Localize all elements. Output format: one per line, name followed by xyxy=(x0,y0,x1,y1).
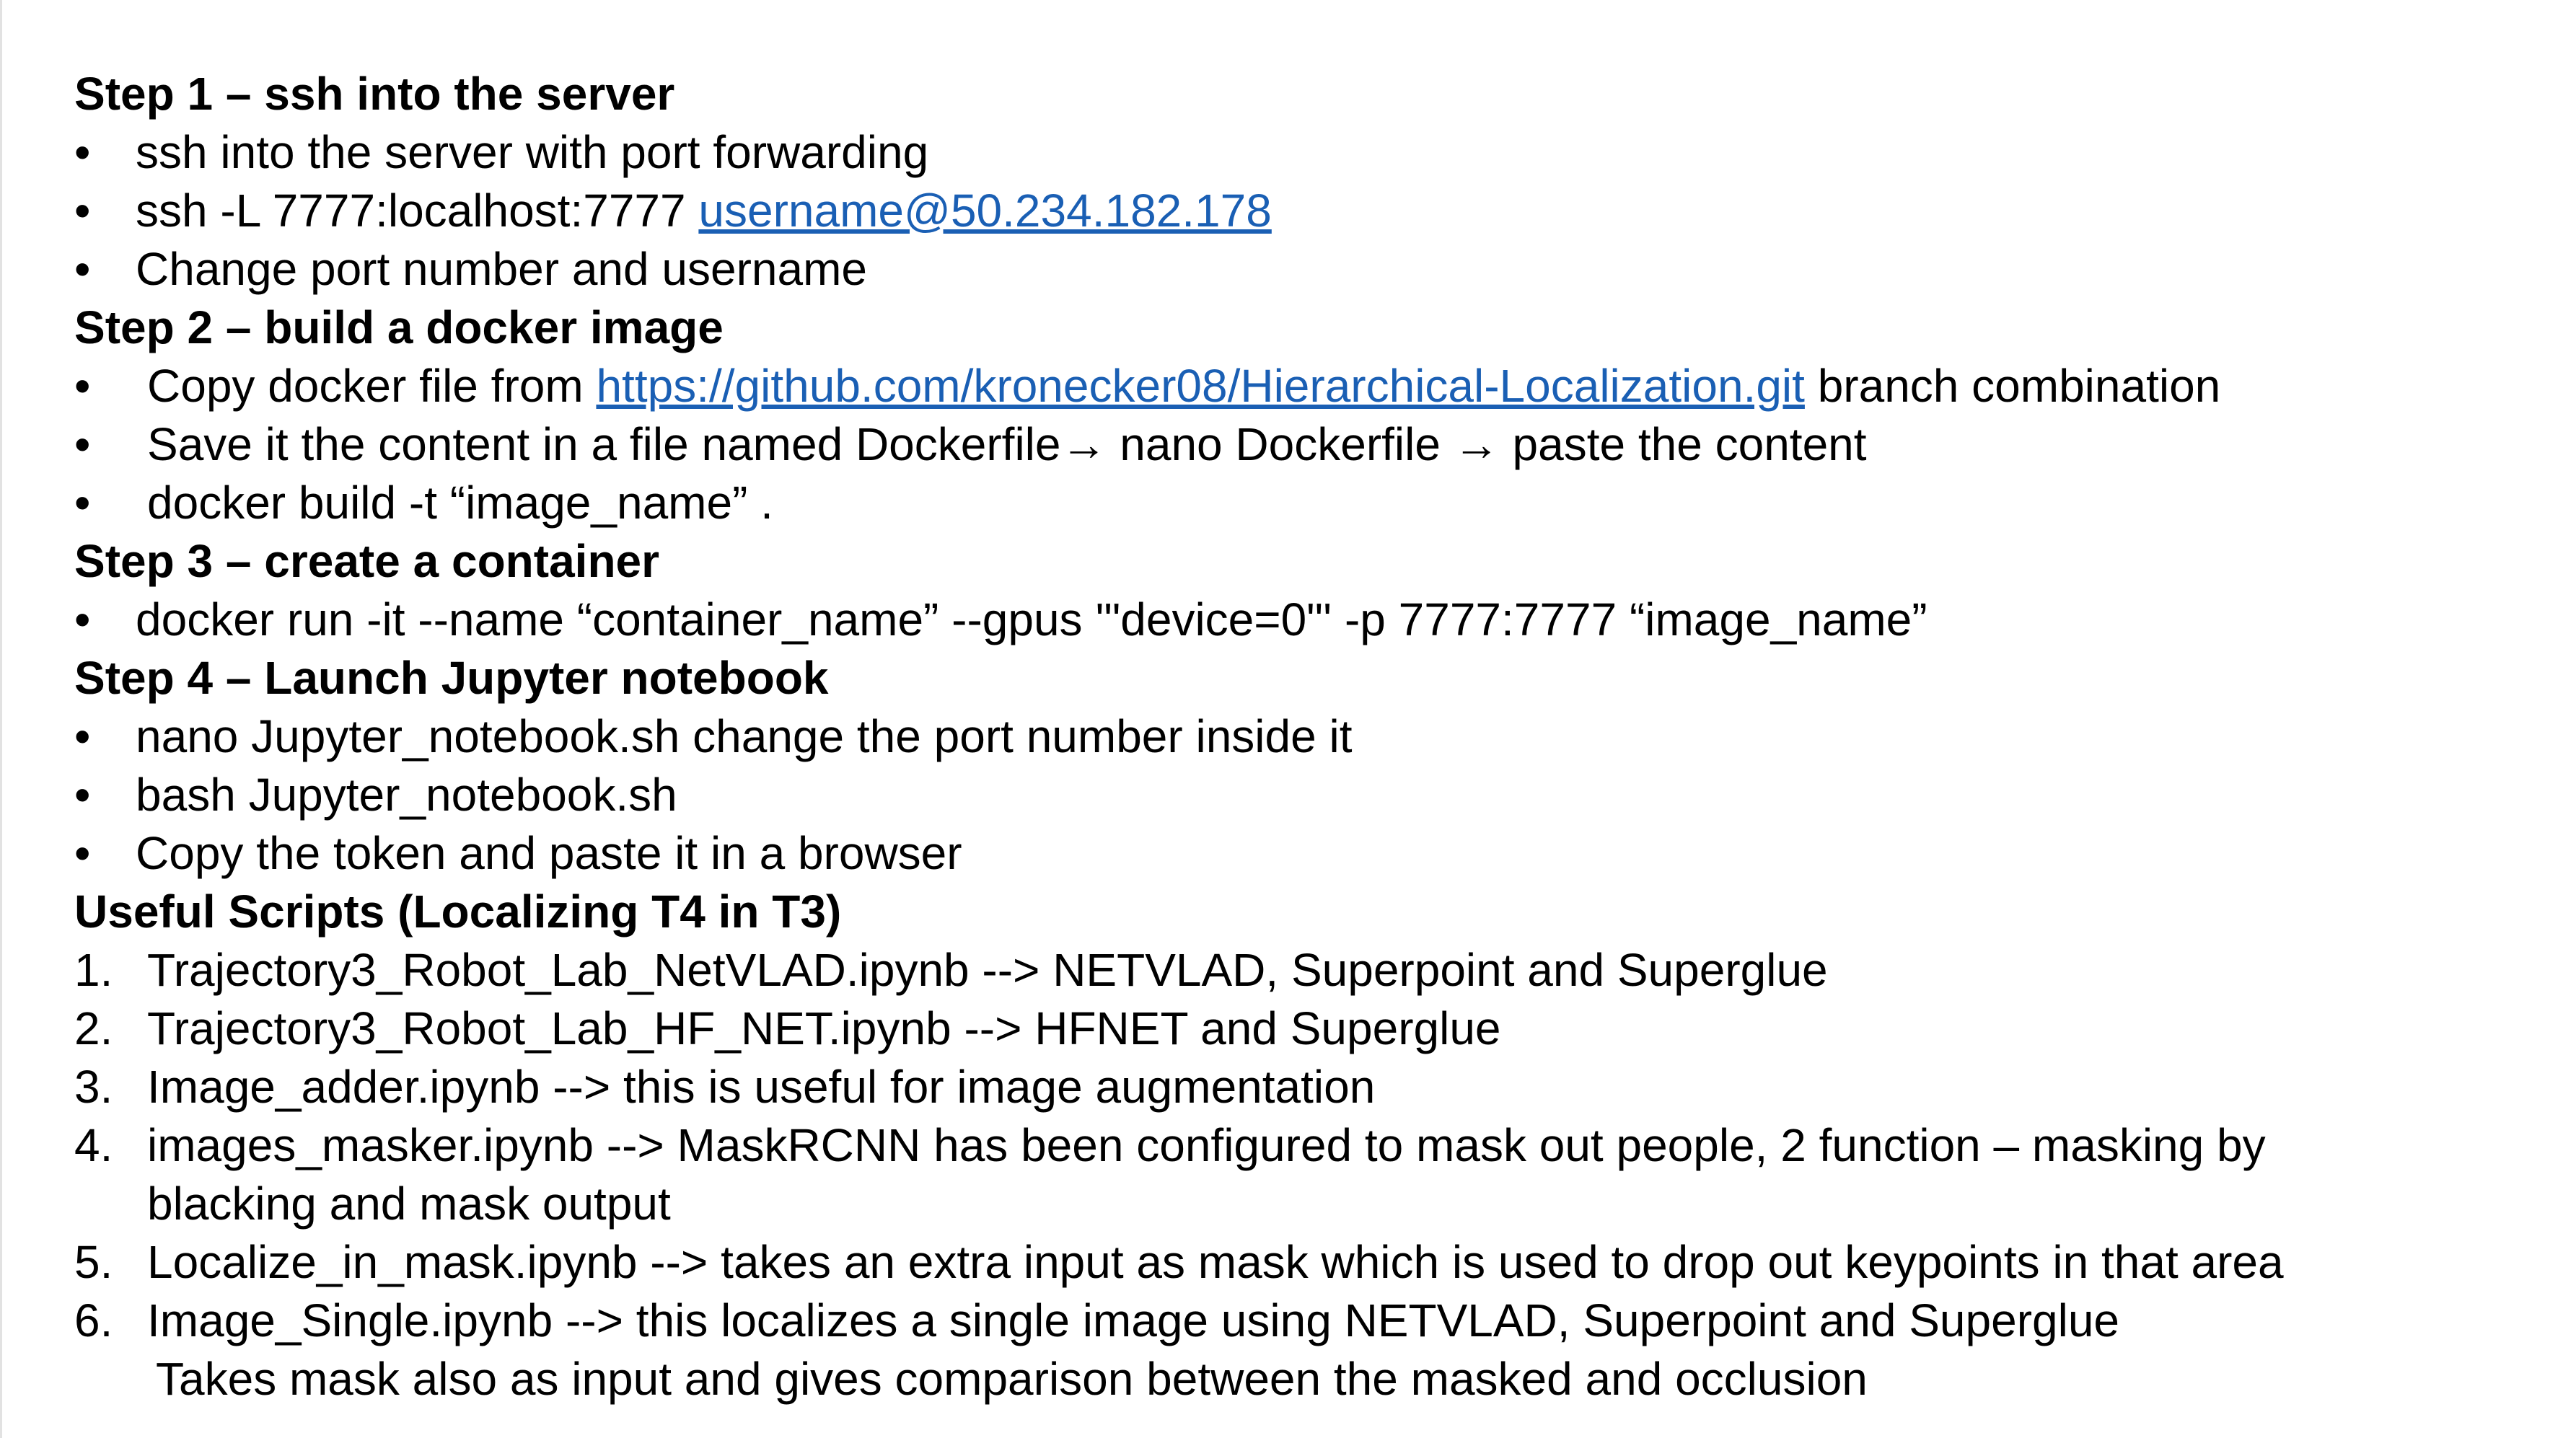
step2-copy-text: Copy docker file from https://github.com… xyxy=(147,357,2220,415)
script-item-2-text: Trajectory3_Robot_Lab_HF_NET.ipynb --> H… xyxy=(147,1002,1501,1054)
step4-bullet-2: • bash Jupyter_notebook.sh xyxy=(74,766,2541,824)
step4-bullet-1-text: nano Jupyter_notebook.sh change the port… xyxy=(136,710,1353,762)
script-item-2: 2. Trajectory3_Robot_Lab_HF_NET.ipynb --… xyxy=(74,1000,2541,1058)
slide: Step 1 – ssh into the server • ssh into … xyxy=(0,0,2576,1438)
list-number: 3. xyxy=(74,1061,113,1113)
slide-content: Step 1 – ssh into the server • ssh into … xyxy=(74,65,2541,1408)
script-item-5: 5. Localize_in_mask.ipynb --> takes an e… xyxy=(74,1233,2541,1292)
bullet-marker: • xyxy=(74,769,91,821)
script-item-1-text: Trajectory3_Robot_Lab_NetVLAD.ipynb --> … xyxy=(147,944,1828,996)
step3-heading: Step 3 – create a container xyxy=(74,535,660,587)
bullet-marker: • xyxy=(74,185,91,237)
bullet-marker: • xyxy=(74,418,91,470)
ssh-command-prefix: ssh -L 7777:localhost:7777 xyxy=(136,185,699,237)
list-number: 4. xyxy=(74,1119,113,1171)
script-item-3-text: Image_adder.ipynb --> this is useful for… xyxy=(147,1061,1376,1113)
script-item-6-continuation: Takes mask also as input and gives compa… xyxy=(74,1350,2541,1408)
step1-bullet-2-text: Change port number and username xyxy=(136,243,867,295)
script-item-6: 6. Image_Single.ipynb --> this localizes… xyxy=(74,1292,2541,1350)
bullet-marker: • xyxy=(74,827,91,879)
step1-bullet-1: • ssh into the server with port forwardi… xyxy=(74,123,2541,182)
list-number: 5. xyxy=(74,1236,113,1288)
github-repo-link[interactable]: https://github.com/kronecker08/Hierarchi… xyxy=(596,360,1804,412)
step3-bullet-1-text: docker run -it --name “container_name” -… xyxy=(136,594,1927,645)
bullet-marker: • xyxy=(74,477,91,529)
step1-heading: Step 1 – ssh into the server xyxy=(74,68,675,120)
script-item-4-continuation: blacking and mask output xyxy=(74,1175,2541,1233)
bullet-marker: • xyxy=(74,360,91,412)
step2-bullet-2: • docker build -t “image_name” . xyxy=(74,474,2541,532)
step2-bullet-copy: • Copy docker file from https://github.c… xyxy=(74,357,2541,415)
slide-left-edge xyxy=(0,0,2,1438)
step4-bullet-2-text: bash Jupyter_notebook.sh xyxy=(136,769,677,821)
step1-bullet-1-text: ssh into the server with port forwarding xyxy=(136,126,929,178)
script-item-4: 4. images_masker.ipynb --> MaskRCNN has … xyxy=(74,1116,2541,1175)
bullet-marker: • xyxy=(74,710,91,762)
ssh-user-host-link[interactable]: username@50.234.182.178 xyxy=(698,185,1271,237)
script-item-6-text: Image_Single.ipynb --> this localizes a … xyxy=(147,1294,2119,1346)
bullet-marker: • xyxy=(74,243,91,295)
step2-bullet-1-text: Save it the content in a file named Dock… xyxy=(147,418,1867,470)
step1-bullet-2: • Change port number and username xyxy=(74,240,2541,299)
step4-bullet-3-text: Copy the token and paste it in a browser xyxy=(136,827,962,879)
copy-suffix: branch combination xyxy=(1804,360,2221,412)
script-item-5-text: Localize_in_mask.ipynb --> takes an extr… xyxy=(147,1236,2284,1288)
list-number: 6. xyxy=(74,1294,113,1346)
script-item-4-cont-text: blacking and mask output xyxy=(147,1178,671,1230)
script-item-6-cont-text: Takes mask also as input and gives compa… xyxy=(156,1353,1868,1405)
list-number: 2. xyxy=(74,1002,113,1054)
bullet-marker: • xyxy=(74,126,91,178)
script-item-3: 3. Image_adder.ipynb --> this is useful … xyxy=(74,1058,2541,1116)
step2-bullet-1: • Save it the content in a file named Do… xyxy=(74,415,2541,474)
step1-bullet-ssh: • ssh -L 7777:localhost:7777 username@50… xyxy=(74,182,2541,240)
step2-heading: Step 2 – build a docker image xyxy=(74,301,724,353)
step1-ssh-command: ssh -L 7777:localhost:7777 username@50.2… xyxy=(136,182,1272,240)
list-number: 1. xyxy=(74,944,113,996)
step4-bullet-1: • nano Jupyter_notebook.sh change the po… xyxy=(74,707,2541,766)
copy-prefix: Copy docker file from xyxy=(147,360,597,412)
scripts-heading: Useful Scripts (Localizing T4 in T3) xyxy=(74,886,842,938)
script-item-1: 1. Trajectory3_Robot_Lab_NetVLAD.ipynb -… xyxy=(74,941,2541,1000)
bullet-marker: • xyxy=(74,594,91,645)
step4-bullet-3: • Copy the token and paste it in a brows… xyxy=(74,824,2541,883)
step4-heading: Step 4 – Launch Jupyter notebook xyxy=(74,652,829,704)
script-item-4-text: images_masker.ipynb --> MaskRCNN has bee… xyxy=(147,1119,2266,1171)
step3-bullet-1: • docker run -it --name “container_name”… xyxy=(74,591,2541,649)
step2-bullet-2-text: docker build -t “image_name” . xyxy=(147,477,773,529)
